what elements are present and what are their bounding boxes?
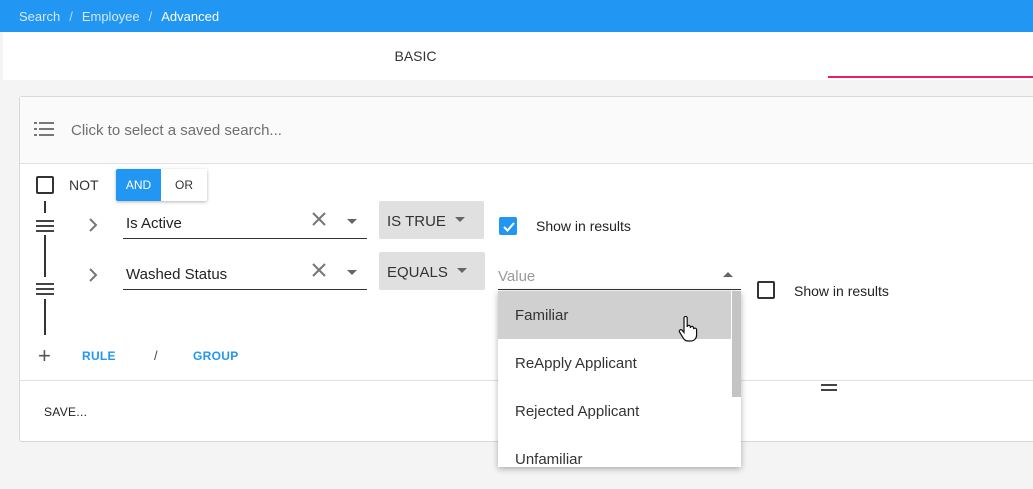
saved-search-placeholder: Click to select a saved search... bbox=[71, 122, 282, 139]
breadcrumb-employee[interactable]: Employee bbox=[82, 9, 140, 24]
add-icon[interactable]: + bbox=[38, 345, 51, 367]
rule-operator-value: IS TRUE bbox=[387, 213, 446, 230]
rule-operator-select[interactable]: EQUALS bbox=[379, 252, 485, 290]
dropdown-option[interactable]: Rejected Applicant bbox=[498, 387, 731, 435]
chevron-down-icon[interactable] bbox=[347, 270, 357, 275]
show-in-results-label: Show in results bbox=[794, 283, 889, 299]
rule-drag-handle[interactable] bbox=[36, 220, 54, 235]
and-button[interactable]: AND bbox=[116, 169, 161, 201]
resize-handle[interactable] bbox=[821, 384, 837, 394]
add-rule-button[interactable]: RULE bbox=[82, 349, 116, 363]
show-in-results-label: Show in results bbox=[536, 218, 631, 234]
not-label: NOT bbox=[69, 177, 99, 193]
tree-connector bbox=[44, 201, 46, 213]
save-button[interactable]: SAVE... bbox=[44, 405, 87, 419]
rule-field-select[interactable]: Washed Status bbox=[123, 252, 367, 290]
rule-field-value: Washed Status bbox=[126, 266, 228, 283]
chevron-down-icon bbox=[457, 268, 467, 273]
chevron-up-icon[interactable] bbox=[723, 272, 733, 277]
not-checkbox[interactable] bbox=[36, 176, 54, 194]
dropdown-option[interactable]: ReApply Applicant bbox=[498, 339, 731, 387]
list-icon bbox=[34, 122, 54, 136]
show-in-results-checkbox[interactable] bbox=[757, 281, 775, 299]
breadcrumb-separator: / bbox=[69, 9, 73, 24]
action-separator: / bbox=[154, 348, 158, 363]
active-tab-indicator bbox=[828, 76, 1033, 78]
tree-connector bbox=[44, 235, 46, 277]
rule-drag-handle[interactable] bbox=[36, 283, 54, 298]
and-or-toggle: AND OR bbox=[116, 169, 207, 201]
clear-icon[interactable] bbox=[311, 262, 327, 278]
rule-field-select[interactable]: Is Active bbox=[123, 201, 367, 239]
rule-operator-value: EQUALS bbox=[387, 264, 448, 281]
chevron-down-icon bbox=[455, 217, 465, 222]
breadcrumb-advanced: Advanced bbox=[161, 9, 220, 24]
add-group-button[interactable]: GROUP bbox=[193, 349, 239, 363]
tree-connector bbox=[44, 299, 46, 335]
tab-bar: BASIC bbox=[3, 32, 1033, 80]
rule-operator-select[interactable]: IS TRUE bbox=[379, 201, 484, 239]
chevron-down-icon[interactable] bbox=[347, 219, 357, 224]
clear-icon[interactable] bbox=[311, 211, 327, 227]
breadcrumb-separator: / bbox=[148, 9, 153, 24]
rule-value-select[interactable]: Value bbox=[498, 255, 741, 290]
rule-field-value: Is Active bbox=[126, 215, 182, 232]
hand-cursor-icon bbox=[678, 316, 698, 342]
dropdown-option[interactable]: Unfamiliar bbox=[498, 435, 731, 467]
show-in-results-checkbox[interactable] bbox=[499, 217, 517, 235]
check-icon bbox=[503, 222, 515, 232]
breadcrumb-search[interactable]: Search bbox=[19, 9, 60, 24]
saved-search-selector[interactable]: Click to select a saved search... bbox=[20, 97, 1033, 164]
tab-basic[interactable]: BASIC bbox=[3, 32, 828, 80]
dropdown-scrollbar[interactable] bbox=[732, 291, 741, 397]
top-bar: Search / Employee / Advanced bbox=[0, 0, 1033, 32]
value-dropdown-menu: Familiar ReApply Applicant Rejected Appl… bbox=[498, 291, 741, 467]
chevron-right-icon[interactable] bbox=[88, 268, 98, 282]
chevron-right-icon[interactable] bbox=[88, 218, 98, 232]
value-placeholder: Value bbox=[498, 268, 536, 285]
breadcrumb: Search / Employee / Advanced bbox=[19, 9, 219, 24]
or-button[interactable]: OR bbox=[161, 169, 207, 201]
